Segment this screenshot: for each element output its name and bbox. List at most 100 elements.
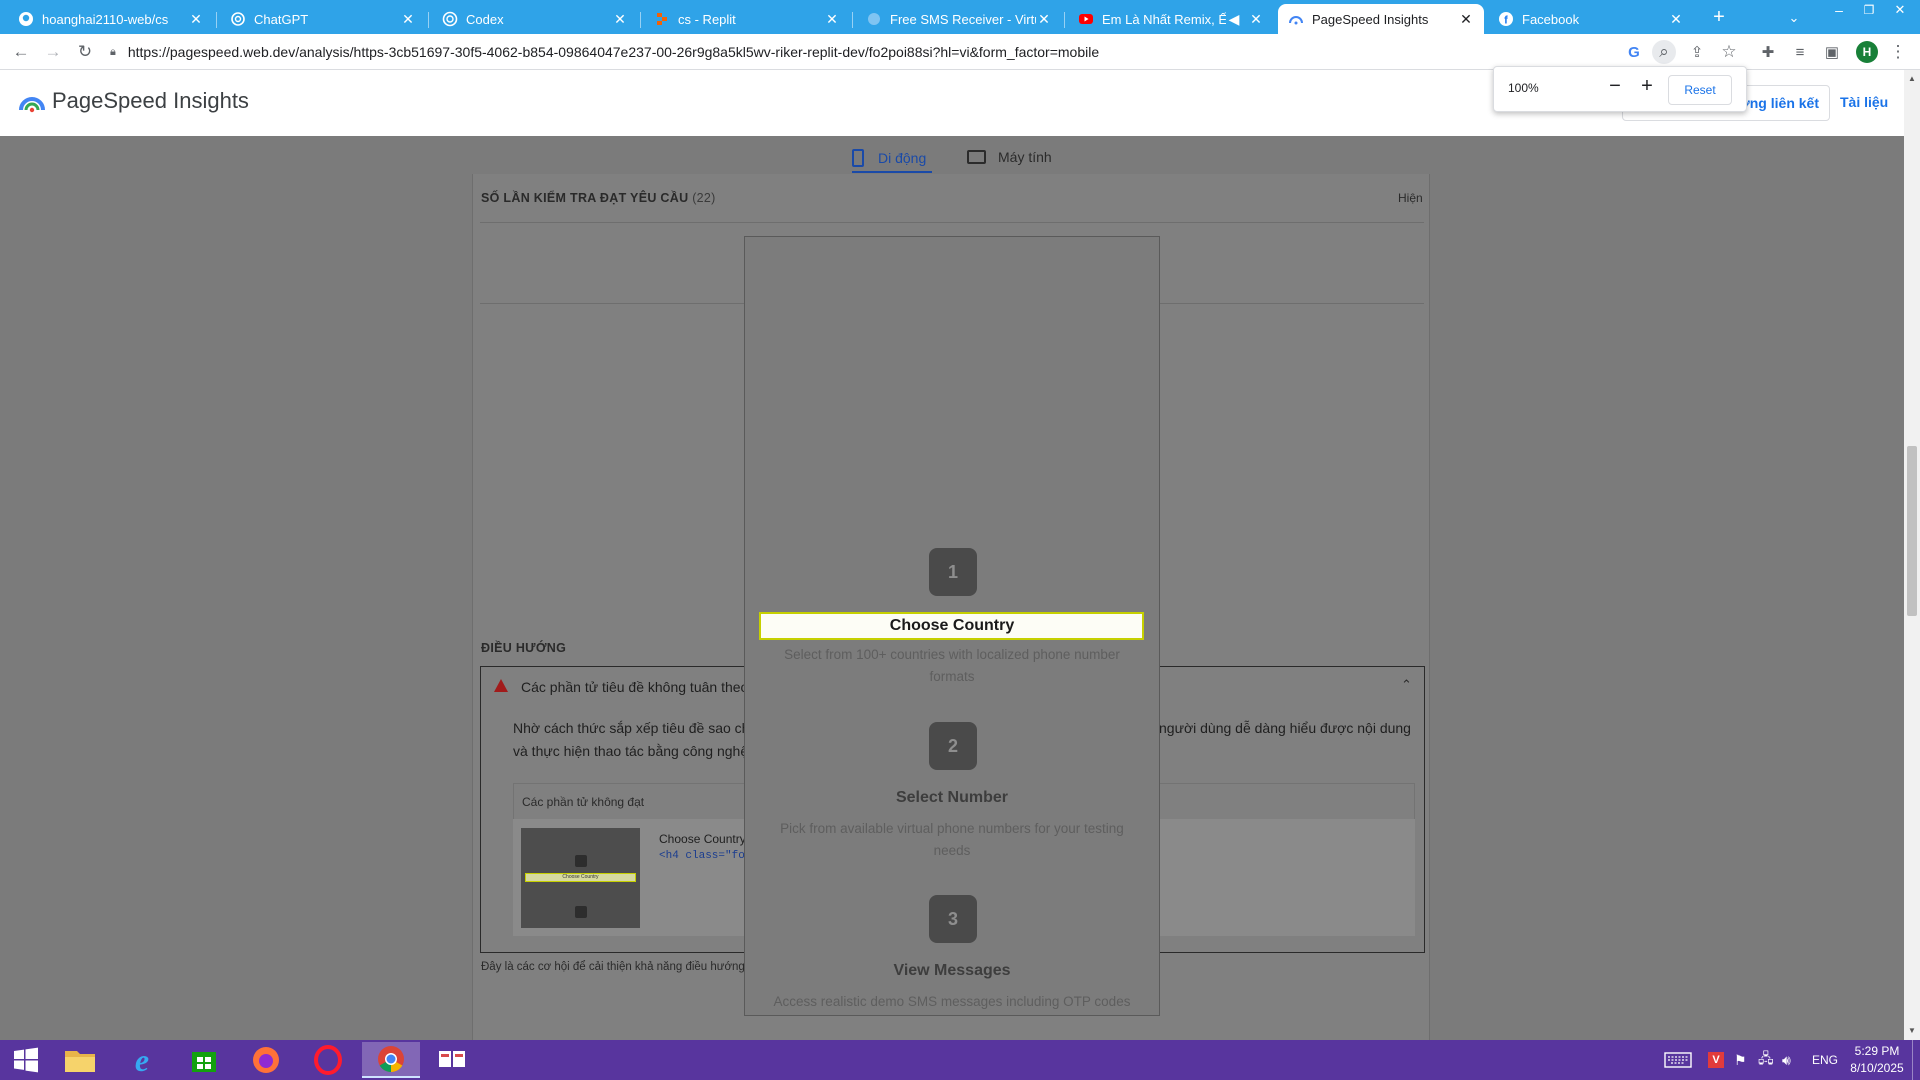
tab-title: cs - Replit (678, 11, 736, 27)
tray-flag-icon[interactable]: ⚑ (1734, 1040, 1747, 1080)
tab-pagespeed[interactable]: PageSpeed Insights ✕ (1278, 4, 1484, 34)
pagespeed-icon (1288, 11, 1304, 27)
app-icon[interactable] (426, 1042, 478, 1078)
active-tab-indicator (852, 171, 932, 173)
collapse-chevron-icon[interactable]: ⌃ (1401, 677, 1412, 693)
facebook-icon: f (1498, 11, 1514, 27)
step-description: Pick from available virtual phone number… (780, 821, 1124, 858)
close-icon[interactable]: ✕ (1248, 11, 1264, 28)
tab-github[interactable]: hoanghai2110-web/cs ✕ (8, 4, 214, 34)
opera-icon[interactable] (302, 1042, 354, 1078)
passed-audits-header[interactable]: SỐ LẦN KIỂM TRA ĐẠT YÊU CẦU (22) (481, 191, 716, 205)
tab-search-icon[interactable]: ⌄ (1782, 6, 1806, 30)
tab-youtube[interactable]: Em Là Nhất Remix, Ếy T ◀ ✕ (1068, 4, 1274, 34)
system-clock[interactable]: 5:29 PM 8/10/2025 (1846, 1040, 1908, 1080)
file-explorer-icon[interactable] (54, 1042, 106, 1078)
element-code-snippet: <h4 class="fo (659, 850, 745, 862)
forward-icon[interactable]: → (41, 40, 65, 64)
passed-audits-count: (22) (692, 191, 716, 205)
tab-title: Em Là Nhất Remix, Ếy T (1102, 11, 1226, 27)
zoom-popup: 100% − + Reset (1493, 66, 1747, 112)
address-bar[interactable]: 🔒︎ https://pagespeed.web.dev/analysis/ht… (110, 37, 1400, 67)
back-icon[interactable]: ← (9, 40, 33, 64)
close-icon[interactable]: ✕ (1036, 11, 1052, 28)
google-translate-icon[interactable]: G (1622, 40, 1646, 64)
tab-title: PageSpeed Insights (1312, 11, 1429, 27)
divider (480, 222, 1424, 223)
audit-description-line2: và thực hiện thao tác bằng công nghệ (513, 743, 749, 759)
github-icon (18, 11, 34, 27)
clock-time: 5:29 PM (1854, 1044, 1900, 1058)
side-panel-icon[interactable]: ▣ (1820, 40, 1844, 64)
close-icon[interactable]: ✕ (1668, 11, 1684, 28)
firefox-icon[interactable] (240, 1042, 292, 1078)
tab-strip: hoanghai2110-web/cs ✕ ChatGPT ✕ Codex ✕ … (0, 0, 1920, 34)
extensions-icon[interactable]: ✚ (1756, 40, 1780, 64)
logo-text[interactable]: PageSpeed Insights (52, 88, 249, 114)
lock-icon[interactable]: 🔒︎ (110, 46, 116, 59)
tab-replit[interactable]: cs - Replit ✕ (644, 4, 850, 34)
page-scrollbar[interactable]: ▲ ▼ (1904, 70, 1920, 1040)
zoom-reset-button[interactable]: Reset (1668, 75, 1732, 105)
profile-avatar[interactable]: H (1856, 41, 1878, 63)
docs-link[interactable]: Tài liệu (1840, 94, 1888, 110)
tab-title: Free SMS Receiver - Virtual (890, 11, 1036, 27)
windows-start-icon[interactable] (0, 1042, 52, 1078)
scrollbar-thumb[interactable] (1907, 446, 1917, 616)
audit-description-line1-right: người dùng dễ dàng hiểu được nội dung (1159, 720, 1411, 736)
volume-icon[interactable]: 🔊︎ (1782, 1040, 1791, 1080)
zoom-level: 100% (1508, 81, 1539, 95)
tray-app-icon[interactable]: V (1708, 1040, 1724, 1080)
close-icon[interactable]: ✕ (824, 11, 840, 28)
zoom-icon[interactable]: ⌕ (1652, 40, 1676, 64)
media-control-icon[interactable]: ≡ (1788, 40, 1812, 64)
store-icon[interactable] (178, 1042, 230, 1078)
network-icon[interactable]: 🖧︎ (1758, 1040, 1774, 1080)
minimize-button[interactable]: – (1824, 0, 1854, 20)
show-toggle[interactable]: Hiện (1398, 191, 1423, 205)
close-icon[interactable]: ✕ (188, 11, 204, 28)
url-text: https://pagespeed.web.dev/analysis/https… (127, 44, 1100, 60)
step-number-badge: 1 (929, 548, 977, 596)
reload-icon[interactable]: ↻ (73, 40, 97, 64)
zoom-out-button[interactable]: − (1602, 75, 1628, 103)
menu-kebab-icon[interactable]: ⋮ (1886, 40, 1910, 64)
close-icon[interactable]: ✕ (612, 11, 628, 28)
chatgpt-icon (230, 11, 246, 27)
phone-icon (852, 149, 864, 167)
tab-codex[interactable]: Codex ✕ (432, 4, 638, 34)
step-title: Select Number (895, 789, 1009, 806)
scroll-up-arrow-icon[interactable]: ▲ (1908, 74, 1916, 83)
step-description: Select from 100+ countries with localize… (784, 647, 1120, 684)
audit-description-line1-left: Nhờ cách thức sắp xếp tiêu đề sao cho (513, 720, 758, 736)
bookmark-star-icon[interactable]: ☆ (1717, 40, 1741, 64)
pagespeed-logo-icon (18, 88, 46, 119)
close-icon[interactable]: ✕ (1458, 11, 1474, 28)
element-label: Choose Country (659, 832, 746, 846)
close-window-button[interactable]: ✕ (1884, 0, 1916, 20)
new-tab-button[interactable]: + (1706, 4, 1732, 30)
tab-chatgpt[interactable]: ChatGPT ✕ (220, 4, 426, 34)
replit-icon (654, 11, 670, 27)
tab-title: Codex (466, 11, 504, 27)
scroll-down-arrow-icon[interactable]: ▼ (1908, 1026, 1916, 1035)
monitor-icon (967, 150, 986, 164)
tab-title: Facebook (1522, 11, 1580, 27)
touch-keyboard-icon[interactable] (1664, 1040, 1692, 1080)
zoom-in-button[interactable]: + (1634, 75, 1660, 103)
browser-toolbar: ← → ↻ 🔒︎ https://pagespeed.web.dev/analy… (0, 34, 1920, 70)
tab-sms-receiver[interactable]: Free SMS Receiver - Virtual ✕ (856, 4, 1062, 34)
input-language[interactable]: ENG (1812, 1040, 1838, 1080)
show-desktop-button[interactable] (1912, 1040, 1920, 1080)
speaker-icon[interactable]: ◀ (1226, 11, 1242, 28)
tab-desktop[interactable]: Máy tính (967, 149, 1052, 165)
close-icon[interactable]: ✕ (400, 11, 416, 28)
share-icon[interactable]: ⇪ (1685, 40, 1709, 64)
restore-button[interactable]: ❐ (1854, 0, 1884, 20)
internet-explorer-icon[interactable]: e (116, 1042, 168, 1078)
chrome-icon[interactable] (362, 1042, 420, 1078)
youtube-icon (1078, 11, 1094, 27)
tab-mobile[interactable]: Di động (852, 149, 926, 167)
tab-facebook[interactable]: f Facebook ✕ (1488, 4, 1694, 34)
windows-taskbar: e V ⚑ 🖧︎ 🔊︎ ENG 5:29 PM 8/10/2025 (0, 1040, 1920, 1080)
